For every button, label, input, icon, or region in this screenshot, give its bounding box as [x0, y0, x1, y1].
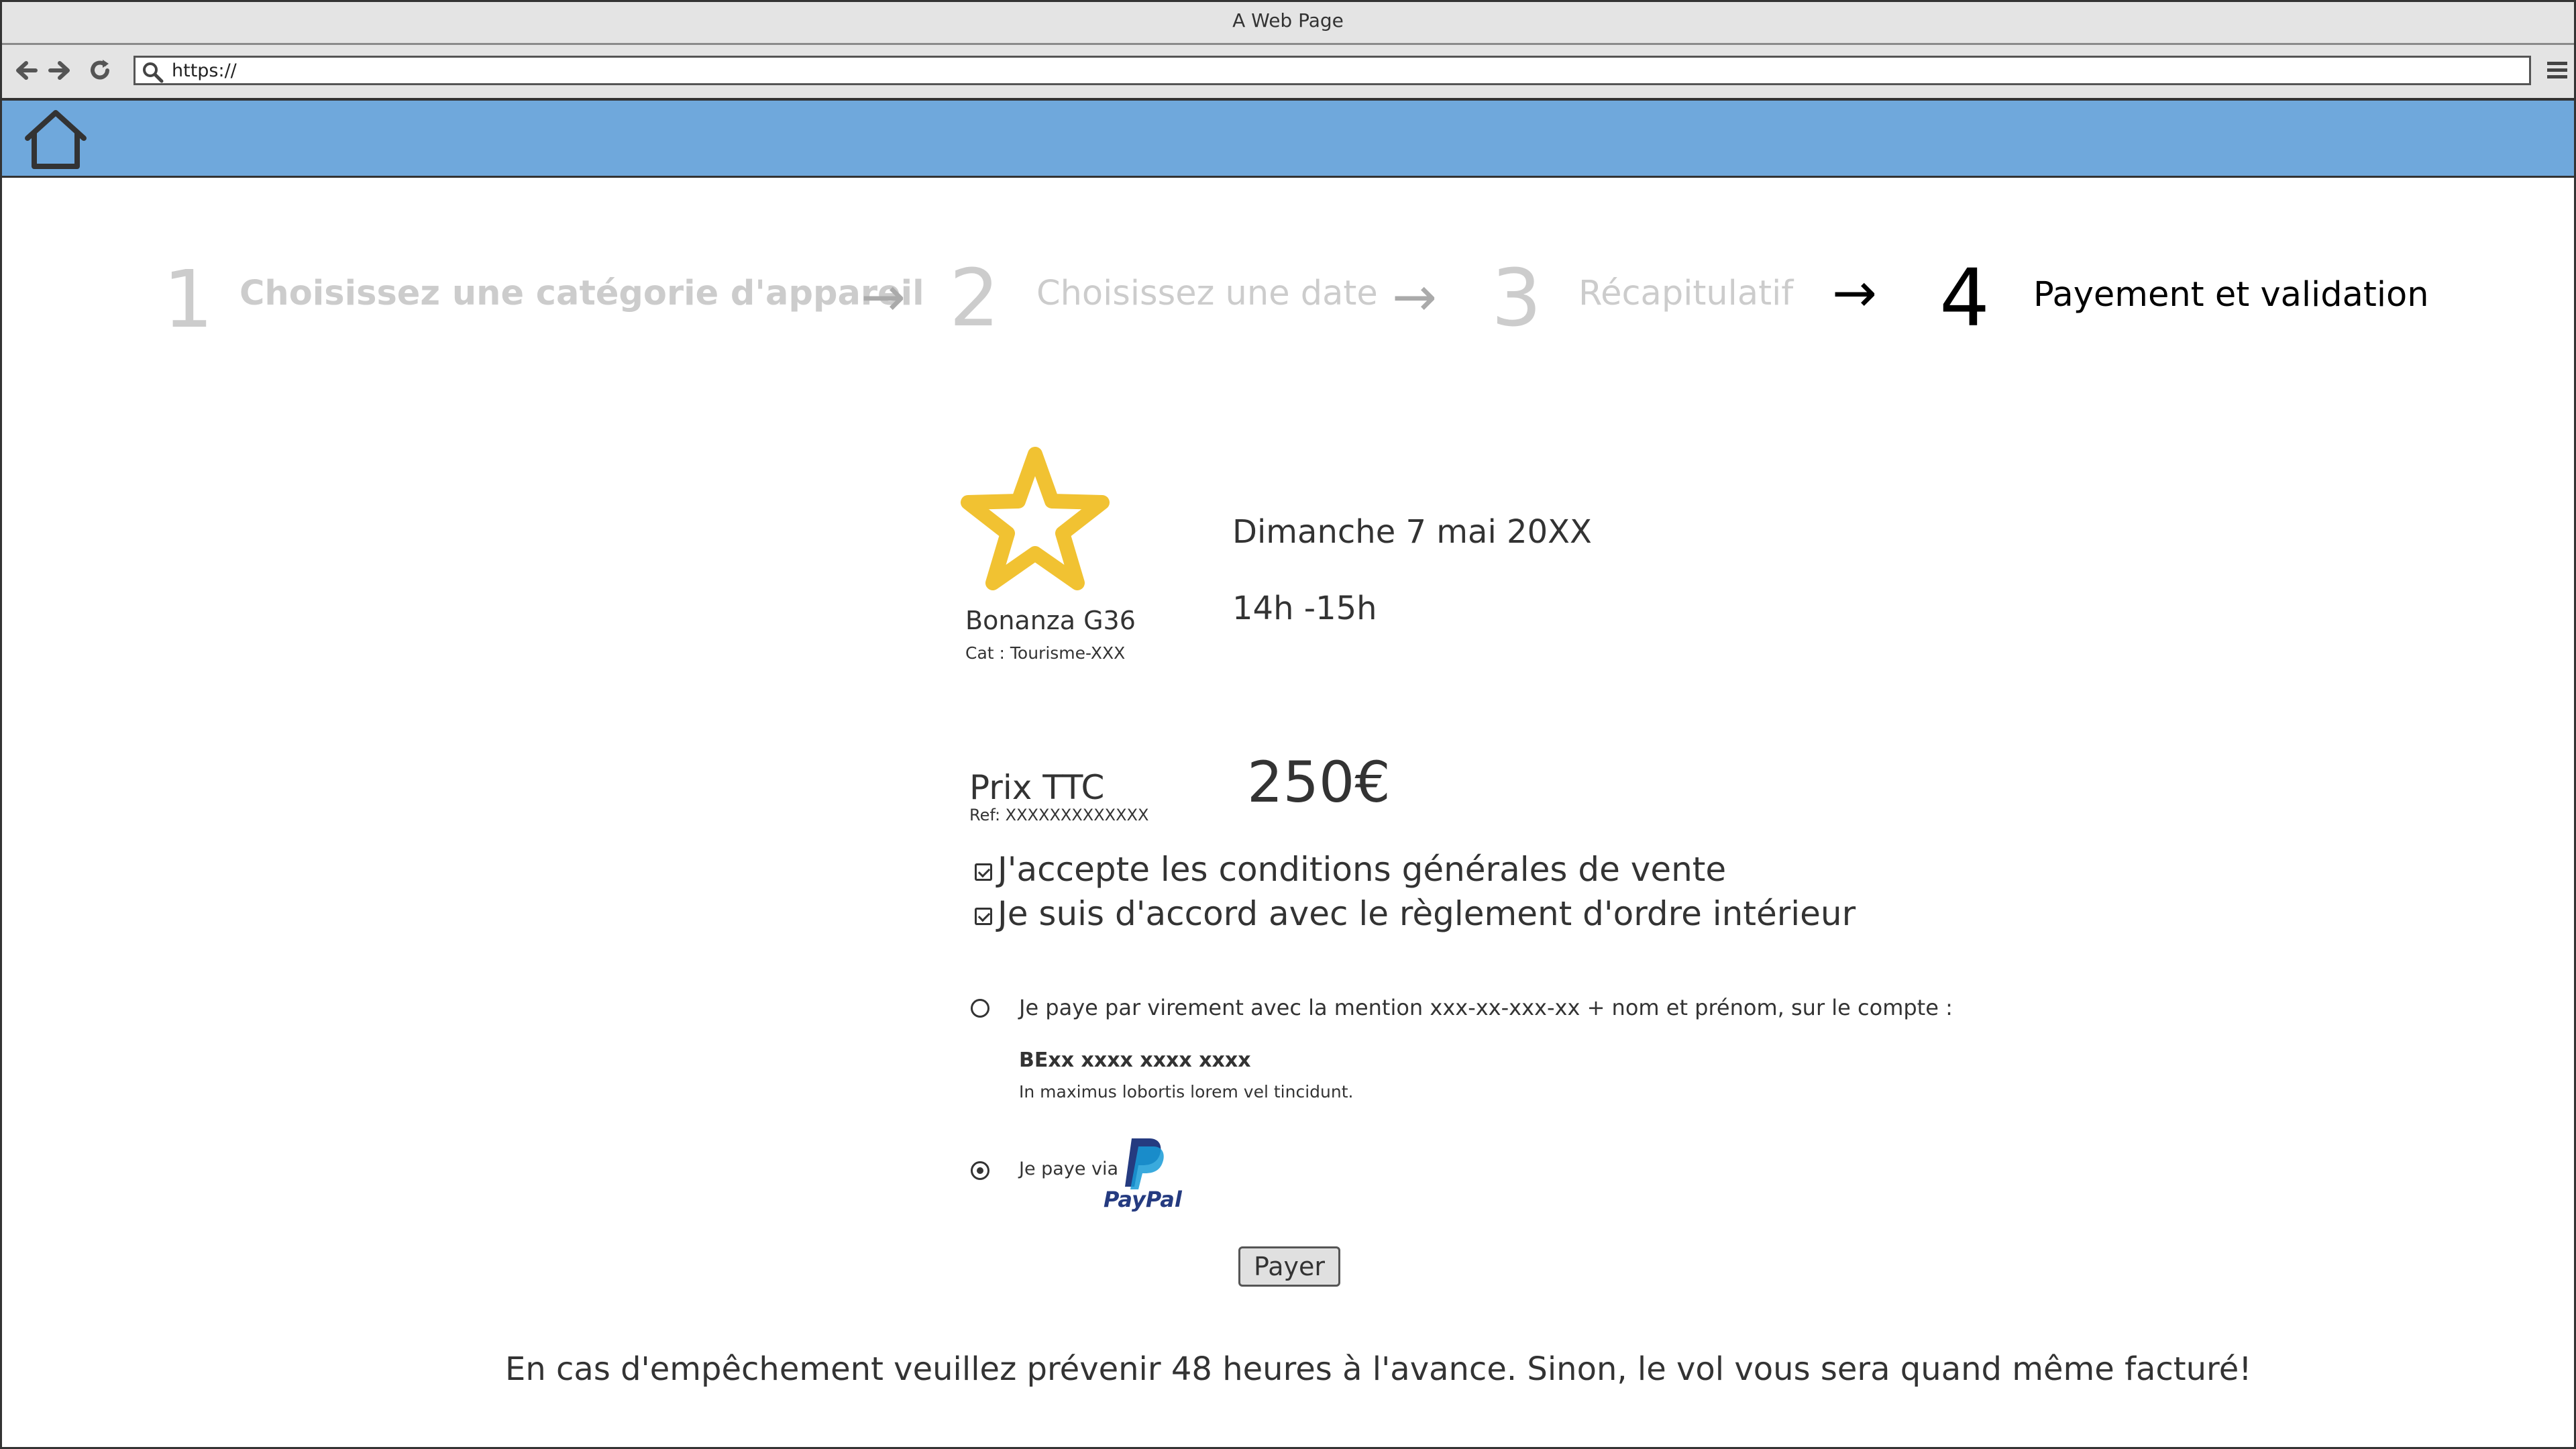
booking-time: 14h -15h [1232, 590, 1377, 627]
paypal-logo: PayPal [1102, 1136, 1183, 1215]
paypal-radio[interactable] [971, 1161, 989, 1180]
forward-arrow-icon[interactable] [46, 57, 73, 84]
transfer-label: Je paye par virement avec la mention xxx… [1019, 995, 1953, 1020]
price-amount: 250€ [1247, 749, 1391, 815]
booking-date: Dimanche 7 mai 20XX [1232, 513, 1592, 551]
transfer-radio[interactable] [971, 999, 989, 1018]
step-2-number: 2 [949, 252, 1000, 344]
terms-label: J'accepte les conditions générales de ve… [998, 850, 1727, 889]
hamburger-menu-icon[interactable] [2546, 60, 2569, 81]
search-icon [143, 62, 164, 83]
step-2-label[interactable]: Choisissez une date [1036, 274, 1378, 313]
step-4-label: Payement et validation [2033, 275, 2429, 315]
terms-checkbox[interactable] [975, 863, 992, 881]
step-3-number: 3 [1491, 252, 1542, 344]
star-icon [961, 447, 1110, 590]
step-1-label[interactable]: Choisissez une catégorie d'appareil [239, 274, 924, 313]
browser-window: A Web Page https:// 1 Choisissez une cat… [0, 0, 2576, 1449]
reload-icon[interactable] [87, 57, 113, 84]
step-arrow-2: → [1392, 266, 1438, 328]
home-icon[interactable] [22, 109, 89, 170]
footer-notice: En cas d'empêchement veuillez prévenir 4… [505, 1350, 2252, 1388]
aircraft-name: Bonanza G36 [965, 606, 1136, 635]
step-3-label[interactable]: Récapitulatif [1578, 274, 1793, 313]
browser-toolbar: https:// [2, 45, 2574, 101]
account-number: BExx xxxx xxxx xxxx [1019, 1049, 1251, 1072]
rules-checkbox[interactable] [975, 908, 992, 925]
address-bar[interactable]: https:// [133, 56, 2531, 85]
url-text: https:// [172, 60, 237, 81]
paypal-brand: PayPal [1104, 1187, 1182, 1212]
step-arrow-3: → [1832, 262, 1878, 324]
window-title: A Web Page [2, 2, 2574, 45]
aircraft-category: Cat : Tourisme-XXX [965, 643, 1126, 663]
rules-label: Je suis d'accord avec le règlement d'ord… [998, 894, 1856, 933]
price-label: Prix TTC [969, 768, 1105, 807]
back-arrow-icon[interactable] [13, 57, 40, 84]
step-arrow-1: → [861, 266, 906, 328]
paypal-p-icon [1125, 1138, 1164, 1189]
site-header [2, 101, 2574, 178]
step-4-number: 4 [1939, 252, 1990, 344]
step-1-number: 1 [163, 253, 214, 345]
pay-button[interactable]: Payer [1238, 1246, 1340, 1287]
price-ref: Ref: XXXXXXXXXXXXX [969, 806, 1149, 824]
transfer-note: In maximus lobortis lorem vel tincidunt. [1019, 1082, 1354, 1102]
